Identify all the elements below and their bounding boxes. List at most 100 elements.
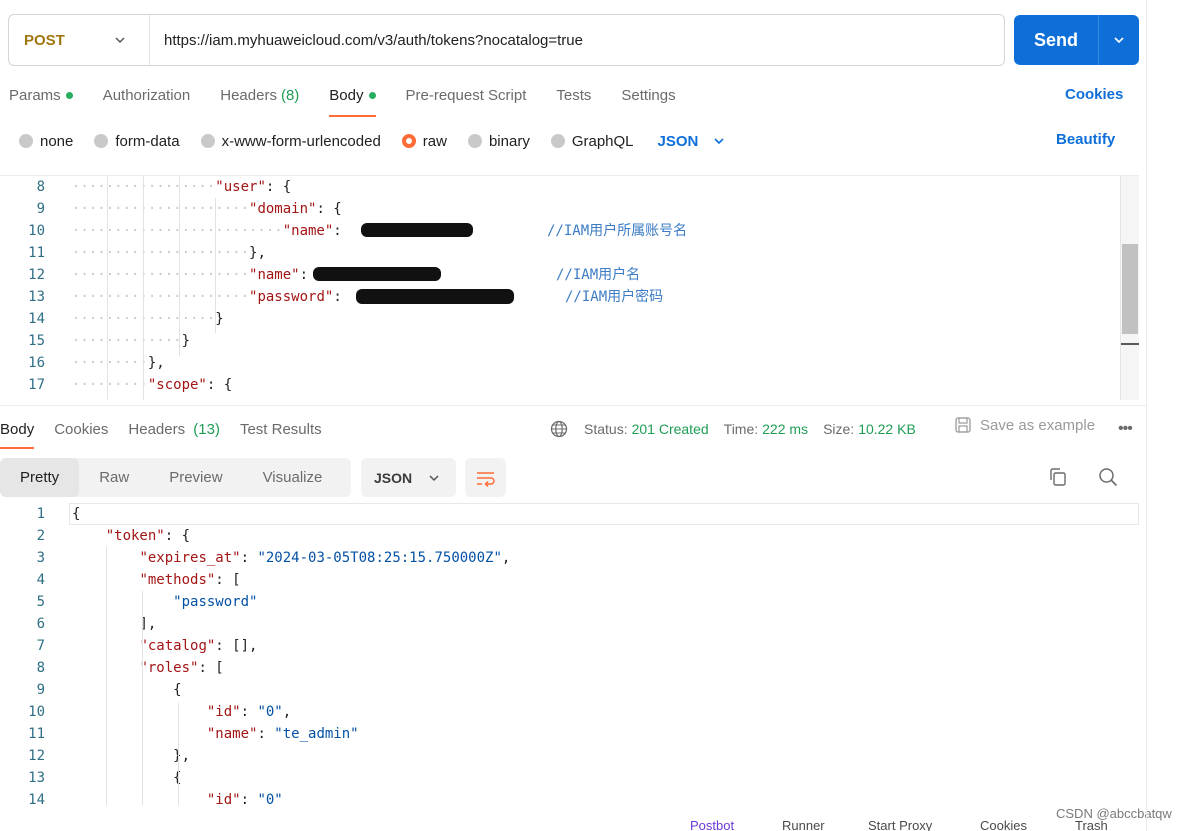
tab-body[interactable]: Body — [329, 87, 376, 117]
indent-guide — [215, 198, 216, 333]
line-number: 11 — [28, 245, 45, 261]
indent-whitespace: ····················· — [72, 289, 250, 305]
globe-icon[interactable] — [550, 420, 568, 438]
size-label: Size: — [823, 421, 855, 437]
code-line: 16 ·········}, — [0, 352, 1120, 374]
tab-tests[interactable]: Tests — [556, 87, 591, 104]
response-format-select[interactable]: JSON — [361, 458, 456, 497]
code-text: ·····················}, — [72, 242, 266, 264]
body-language-select[interactable]: JSON — [658, 133, 727, 150]
send-options-button[interactable] — [1099, 33, 1139, 47]
footer-start-proxy[interactable]: Start Proxy — [868, 818, 932, 831]
url-input[interactable]: https://iam.myhuaweicloud.com/v3/auth/to… — [150, 32, 583, 49]
cookies-link[interactable]: Cookies — [1065, 86, 1123, 103]
body-language-label: JSON — [657, 132, 699, 150]
response-tab-body[interactable]: Body — [0, 421, 35, 449]
json-punct: { — [173, 682, 182, 698]
json-punct: { — [72, 506, 81, 522]
code-text: ·····················"password": — [72, 286, 350, 308]
line-number: 3 — [36, 550, 45, 566]
save-as-example-button[interactable]: Save as example — [954, 416, 1095, 434]
copy-icon[interactable] — [1048, 467, 1068, 487]
tab-headers[interactable]: Headers (8) — [220, 87, 299, 104]
search-icon[interactable] — [1098, 467, 1118, 487]
chevron-down-icon — [115, 37, 125, 44]
response-tabs: Body Cookies Headers (13) Test Results — [0, 418, 342, 449]
radio-x-www-form-urlencoded[interactable]: x-www-form-urlencoded — [200, 133, 381, 150]
line-number: 4 — [36, 572, 45, 588]
redacted-value — [361, 223, 473, 237]
wrap-lines-icon — [476, 471, 495, 487]
pane-divider[interactable] — [0, 405, 1146, 406]
response-tab-headers[interactable]: Headers (13) — [128, 421, 220, 438]
code-line: 11 ·····················}, — [0, 242, 1120, 264]
code-line: 9 ·····················"domain": { — [0, 198, 1120, 220]
time-value[interactable]: 222 ms — [762, 421, 808, 437]
chevron-down-icon — [429, 474, 439, 481]
footer-postbot[interactable]: Postbot — [690, 818, 734, 831]
tab-params[interactable]: Params — [9, 87, 73, 104]
tab-authorization[interactable]: Authorization — [103, 87, 191, 104]
code-line: 17 ·········"scope": { — [0, 374, 1120, 396]
tab-label: Cookies — [54, 420, 109, 438]
code-line: 8 ·················"user": { — [0, 176, 1120, 198]
footer-cookies[interactable]: Cookies — [980, 818, 1027, 831]
json-string: "2024-03-05T08:25:15.750000Z" — [257, 550, 502, 566]
json-key: "methods" — [139, 572, 216, 588]
radio-form-data[interactable]: form-data — [94, 133, 180, 150]
more-options-icon[interactable]: ••• — [1118, 420, 1133, 438]
code-line: 14 ·················} — [0, 308, 1120, 330]
status-dot-icon — [368, 91, 376, 99]
line-number: 9 — [36, 201, 45, 217]
method-label: POST — [24, 31, 65, 49]
view-mode-preview[interactable]: Preview — [149, 458, 242, 497]
tab-label: Authorization — [102, 86, 191, 104]
chevron-down-icon — [714, 138, 724, 145]
line-number: 14 — [28, 311, 45, 327]
editor-scrollbar[interactable] — [1120, 176, 1139, 400]
response-tab-test-results[interactable]: Test Results — [240, 421, 322, 438]
response-tab-cookies[interactable]: Cookies — [54, 421, 108, 438]
json-key: "user" — [215, 179, 266, 195]
view-mode-visualize[interactable]: Visualize — [243, 458, 343, 497]
request-body-editor[interactable]: 8·················"user": {9············… — [0, 175, 1139, 400]
line-number: 2 — [36, 528, 45, 544]
radio-binary[interactable]: binary — [467, 133, 530, 150]
radio-graphql[interactable]: GraphQL — [550, 133, 634, 150]
scrollbar-thumb[interactable] — [1122, 244, 1138, 334]
code-text: "token": { — [72, 525, 190, 547]
radio-none[interactable]: none — [19, 133, 73, 150]
wrap-lines-button[interactable] — [465, 458, 506, 497]
redacted-value — [356, 289, 514, 304]
request-url-bar: POST https://iam.myhuaweicloud.com/v3/au… — [8, 14, 1005, 66]
tab-count: (8) — [280, 86, 300, 104]
beautify-button[interactable]: Beautify — [1056, 131, 1115, 148]
radio-raw[interactable]: raw — [401, 133, 447, 150]
tab-settings[interactable]: Settings — [621, 87, 675, 104]
status-value[interactable]: 201 Created — [632, 421, 709, 437]
json-punct: : — [240, 792, 258, 805]
response-body-viewer[interactable]: 1{2 "token": {3 "expires_at": "2024-03-0… — [0, 503, 1139, 805]
code-text: "name": "te_admin" — [72, 723, 359, 745]
code-comment: //IAM用户所属账号名 — [547, 223, 688, 239]
radio-circle-icon — [467, 134, 482, 148]
line-number: 13 — [28, 770, 45, 786]
line-number: 1 — [36, 506, 45, 522]
tab-label: Test Results — [239, 420, 322, 438]
json-punct: : — [240, 550, 258, 566]
footer-runner[interactable]: Runner — [782, 818, 825, 831]
json-punct: : — [299, 267, 309, 283]
json-punct: , — [501, 550, 511, 566]
method-select[interactable]: POST — [9, 15, 150, 65]
view-mode-raw[interactable]: Raw — [79, 458, 149, 497]
code-text: { — [72, 767, 181, 789]
code-line: 6 ], — [0, 613, 1120, 635]
json-key: "name" — [249, 267, 300, 283]
tab-pre-request-script[interactable]: Pre-request Script — [406, 87, 527, 104]
view-mode-pretty[interactable]: Pretty — [0, 458, 80, 497]
size-value[interactable]: 10.22 KB — [858, 421, 916, 437]
send-button[interactable]: Send — [1014, 30, 1098, 51]
line-number: 12 — [28, 748, 45, 764]
line-number: 13 — [28, 289, 45, 305]
code-line: 9 { — [0, 679, 1120, 701]
